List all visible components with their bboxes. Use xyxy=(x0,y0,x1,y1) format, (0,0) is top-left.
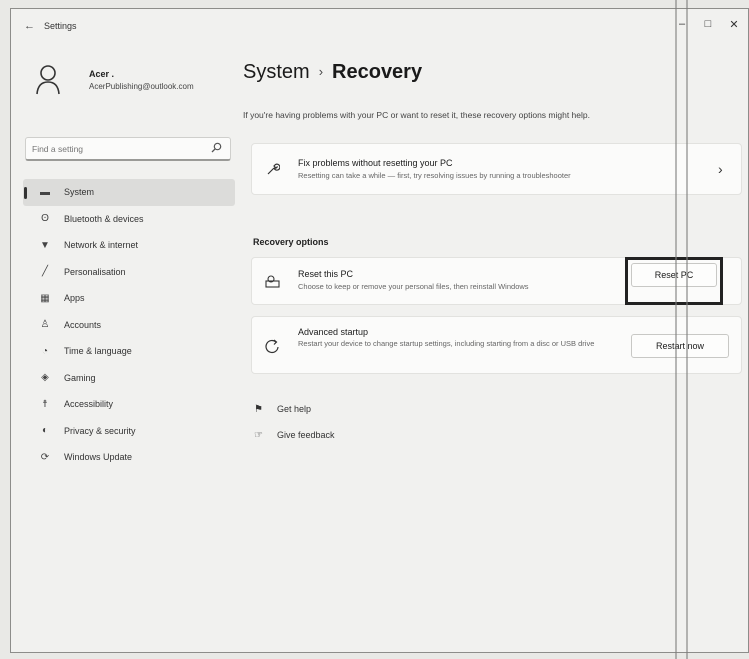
get-help-label: Get help xyxy=(277,404,312,414)
shield-icon: ◐ xyxy=(41,425,49,437)
feedback-icon: ☞ xyxy=(254,429,263,441)
advanced-startup-description: Restart your device to change startup se… xyxy=(298,339,595,348)
sidebar-item-gaming[interactable]: ◈ Gaming xyxy=(23,365,235,392)
person-icon: ♙ xyxy=(40,319,50,331)
breadcrumb: System › Recovery xyxy=(243,61,422,84)
sidebar-item-label: Personalisation xyxy=(64,266,126,277)
back-arrow-icon[interactable]: ← xyxy=(24,20,35,32)
help-icon: ⚑ xyxy=(254,403,263,415)
chevron-right-icon[interactable]: › xyxy=(718,161,723,177)
highlight-annotation-box xyxy=(625,257,723,305)
sidebar-item-accounts[interactable]: ♙ Accounts xyxy=(23,312,235,339)
sidebar-item-label: Apps xyxy=(64,293,85,304)
sidebar-item-label: Gaming xyxy=(64,372,96,383)
sidebar-item-time-language[interactable]: ◔ Time & language xyxy=(23,338,235,365)
avatar-person-icon xyxy=(36,65,60,95)
monitor-icon: ▬ xyxy=(40,186,50,198)
sidebar-item-label: Accessibility xyxy=(64,399,114,410)
give-feedback-label: Give feedback xyxy=(277,430,335,440)
maximize-button[interactable]: □ xyxy=(697,18,719,30)
gamepad-icon: ◈ xyxy=(41,372,49,384)
intro-text: If you're having problems with your PC o… xyxy=(243,110,590,120)
title-bar: ← Settings – □ ✕ xyxy=(11,9,748,43)
globe-clock-icon: ◔ xyxy=(41,345,49,357)
search-input[interactable] xyxy=(32,142,202,156)
sidebar-item-label: Privacy & security xyxy=(64,425,136,436)
reset-pc-icon xyxy=(265,275,280,288)
sidebar-item-label: Bluetooth & devices xyxy=(64,213,144,224)
sidebar-item-label: Time & language xyxy=(64,346,132,357)
sidebar-item-system[interactable]: ▬ System xyxy=(23,179,235,206)
sidebar-item-privacy[interactable]: ◐ Privacy & security xyxy=(23,418,235,445)
page-title: Recovery xyxy=(332,61,423,83)
wrench-icon xyxy=(267,163,280,175)
give-feedback-link[interactable]: ☞ Give feedback xyxy=(254,427,335,443)
bluetooth-icon: ʘ xyxy=(41,213,49,225)
search-box[interactable] xyxy=(25,137,231,161)
get-help-link[interactable]: ⚑ Get help xyxy=(254,401,311,417)
sidebar-item-accessibility[interactable]: ☨ Accessibility xyxy=(23,391,235,418)
restart-now-button[interactable]: Restart now xyxy=(631,334,729,358)
fix-problems-card[interactable]: Fix problems without resetting your PC R… xyxy=(251,143,742,195)
window-title: Settings xyxy=(44,21,77,31)
sidebar-item-label: System xyxy=(64,187,95,198)
breadcrumb-separator-icon: › xyxy=(318,64,324,79)
reset-pc-description: Choose to keep or remove your personal f… xyxy=(298,282,529,291)
fix-problems-description: Resetting can take a while — first, try … xyxy=(298,171,571,180)
search-icon xyxy=(211,142,222,153)
recovery-options-heading: Recovery options xyxy=(253,237,329,247)
sidebar-item-network[interactable]: ▼ Network & internet xyxy=(23,232,235,259)
sidebar-item-windows-update[interactable]: ⟳ Windows Update xyxy=(23,444,235,471)
brush-icon: ╱ xyxy=(41,266,49,278)
wifi-icon: ▼ xyxy=(40,239,50,251)
apps-icon: ▦ xyxy=(40,292,50,304)
sidebar-nav: ▬ System ʘ Bluetooth & devices ▼ Network… xyxy=(23,179,235,471)
user-name: Acer . xyxy=(89,69,115,79)
close-button[interactable]: ✕ xyxy=(723,18,745,31)
breadcrumb-parent[interactable]: System xyxy=(243,61,310,83)
update-icon: ⟳ xyxy=(40,451,50,463)
sidebar-item-apps[interactable]: ▦ Apps xyxy=(23,285,235,312)
user-email: AcerPublishing@outlook.com xyxy=(89,82,194,91)
sidebar-item-label: Windows Update xyxy=(64,452,133,463)
advanced-startup-icon xyxy=(265,339,279,354)
page-fold-line xyxy=(675,0,677,659)
advanced-startup-title: Advanced startup xyxy=(298,327,369,337)
page-fold-line xyxy=(686,0,688,659)
selection-indicator xyxy=(24,187,27,199)
sidebar-item-label: Network & internet xyxy=(64,240,139,251)
sidebar-item-label: Accounts xyxy=(64,319,102,330)
fix-problems-title: Fix problems without resetting your PC xyxy=(298,158,453,168)
settings-window: ← Settings – □ ✕ Acer . AcerPublishing@o… xyxy=(10,8,749,653)
accessibility-icon: ☨ xyxy=(42,398,48,410)
reset-pc-title: Reset this PC xyxy=(298,269,354,279)
sidebar-item-bluetooth[interactable]: ʘ Bluetooth & devices xyxy=(23,206,235,233)
sidebar-item-personalisation[interactable]: ╱ Personalisation xyxy=(23,259,235,286)
